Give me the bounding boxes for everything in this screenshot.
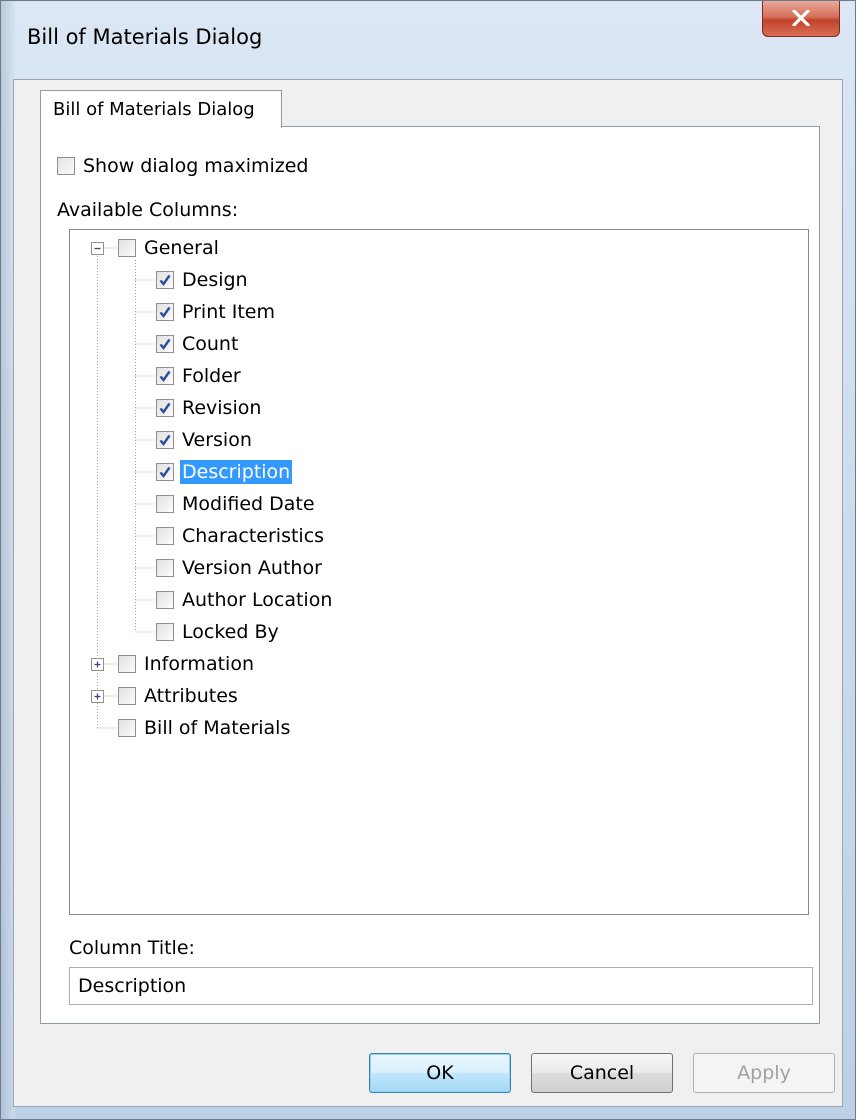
tree-item-label: Version Author: [182, 557, 322, 579]
checkmark-icon: [159, 274, 171, 286]
checkmark-icon: [159, 466, 171, 478]
checkmark-icon: [159, 370, 171, 382]
title-bar[interactable]: Bill of Materials Dialog: [1, 1, 855, 81]
close-icon: [792, 10, 810, 26]
close-button[interactable]: [762, 1, 840, 37]
tree-item-label: Bill of Materials: [144, 717, 291, 739]
tree-item-label: Version: [182, 429, 252, 451]
tree-checkbox[interactable]: [156, 431, 174, 449]
show-maximized-option[interactable]: Show dialog maximized: [57, 153, 308, 179]
expand-attributes-button[interactable]: [91, 690, 104, 703]
tree-checkbox[interactable]: [156, 527, 174, 545]
tree-item-label: Design: [182, 269, 248, 291]
tree-checkbox[interactable]: [156, 559, 174, 577]
tree-checkbox[interactable]: [118, 239, 136, 257]
tree-item-characteristics[interactable]: Characteristics: [156, 522, 326, 550]
tree-item-label: Locked By: [182, 621, 279, 643]
tree-checkbox[interactable]: [156, 495, 174, 513]
tree-checkbox[interactable]: [156, 271, 174, 289]
ok-button[interactable]: OK: [369, 1053, 511, 1093]
collapse-general-button[interactable]: [91, 242, 104, 255]
available-columns-label: Available Columns:: [57, 199, 239, 221]
column-title-input[interactable]: [69, 967, 813, 1005]
tree-item-design[interactable]: Design: [156, 266, 250, 294]
tree-checkbox[interactable]: [156, 335, 174, 353]
checkmark-icon: [159, 338, 171, 350]
tree-checkbox[interactable]: [118, 719, 136, 737]
tree-item-description[interactable]: Description: [156, 458, 293, 486]
show-maximized-label: Show dialog maximized: [83, 155, 309, 177]
tree-item-label: Attributes: [144, 685, 238, 707]
show-maximized-checkbox[interactable]: [57, 157, 75, 175]
expand-information-button[interactable]: [91, 658, 104, 671]
tree-item-label: Characteristics: [182, 525, 325, 547]
tree-item-modified-date[interactable]: Modified Date: [156, 490, 317, 518]
tree-item-label: Print Item: [182, 301, 275, 323]
tree-checkbox[interactable]: [156, 367, 174, 385]
tree-item-print-item[interactable]: Print Item: [156, 298, 277, 326]
plus-box-icon: [94, 661, 101, 668]
tree-item-version[interactable]: Version: [156, 426, 254, 454]
tree-item-version-author[interactable]: Version Author: [156, 554, 324, 582]
plus-box-icon: [94, 693, 101, 700]
tree-item-label: Revision: [182, 397, 262, 419]
tree-item-label: Folder: [182, 365, 241, 387]
checkmark-icon: [159, 402, 171, 414]
tab-label: Bill of Materials Dialog: [53, 99, 255, 120]
tree-item-revision[interactable]: Revision: [156, 394, 263, 422]
tree-checkbox[interactable]: [156, 463, 174, 481]
checkmark-icon: [159, 306, 171, 318]
tree-item-label: General: [144, 237, 219, 259]
window-title: Bill of Materials Dialog: [27, 25, 263, 49]
tree-item-label: Modified Date: [182, 493, 315, 515]
tree-item-attributes[interactable]: Attributes: [118, 682, 240, 710]
tree-item-folder[interactable]: Folder: [156, 362, 243, 390]
tree-item-locked-by[interactable]: Locked By: [156, 618, 281, 646]
available-columns-tree[interactable]: General Design Print Item Count Folder R…: [69, 229, 809, 915]
tree-item-general[interactable]: General: [118, 234, 221, 262]
tree-item-information[interactable]: Information: [118, 650, 256, 678]
tree-checkbox[interactable]: [156, 623, 174, 641]
tree-item-bill-of-materials[interactable]: Bill of Materials: [118, 714, 292, 742]
cancel-button[interactable]: Cancel: [531, 1053, 673, 1093]
tree-checkbox[interactable]: [156, 591, 174, 609]
tree-item-author-location[interactable]: Author Location: [156, 586, 334, 614]
apply-button[interactable]: Apply: [693, 1053, 835, 1093]
column-title-label: Column Title:: [69, 937, 195, 959]
tree-checkbox[interactable]: [156, 303, 174, 321]
minus-box-icon: [94, 247, 101, 250]
tree-item-label: Count: [182, 333, 239, 355]
tree-checkbox[interactable]: [118, 655, 136, 673]
tree-checkbox[interactable]: [118, 687, 136, 705]
tree-item-label: Author Location: [182, 589, 333, 611]
tree-item-label: Information: [144, 653, 254, 675]
tree-item-count[interactable]: Count: [156, 330, 240, 358]
checkmark-icon: [159, 434, 171, 446]
tree-item-label-selected: Description: [180, 460, 293, 484]
dialog-window: Bill of Materials Dialog Bill of Materia…: [0, 0, 856, 1120]
tab-bill-of-materials[interactable]: Bill of Materials Dialog: [40, 90, 282, 128]
tree-checkbox[interactable]: [156, 399, 174, 417]
